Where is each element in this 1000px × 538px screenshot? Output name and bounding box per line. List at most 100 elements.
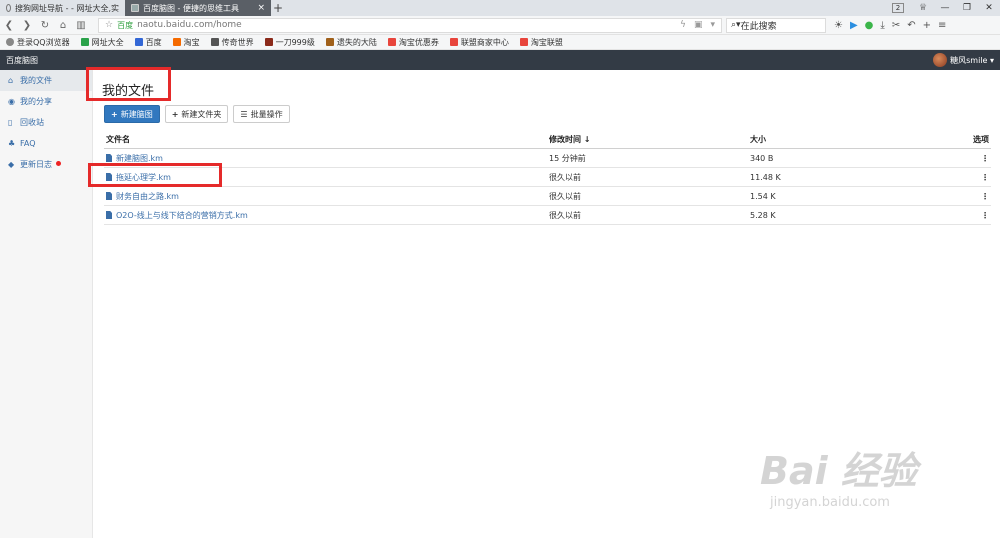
bookmark-item[interactable]: 联盟商家中心 bbox=[449, 37, 509, 48]
button-label: 新建脑图 bbox=[120, 109, 153, 119]
col-time-header[interactable]: 修改时间 ↓ bbox=[549, 134, 750, 145]
bookmark-item[interactable]: 传奇世界 bbox=[210, 37, 254, 48]
bookmark-item[interactable]: 淘宝联盟 bbox=[519, 37, 563, 48]
browser-tab-sogou[interactable]: 搜狗网址导航 - - 网址大全,实 bbox=[0, 0, 125, 16]
sidebar: ⌂ 我的文件 ◉ 我的分享 ▯ 回收站 ♣ FAQ ◆ 更新日志 bbox=[0, 70, 93, 538]
highlight-box bbox=[88, 163, 222, 187]
file-link[interactable]: 新建脑图.km bbox=[116, 153, 163, 164]
table-row[interactable]: 新建脑图.km 15 分钟前 340 B ⋮ bbox=[104, 149, 991, 168]
table-row[interactable]: 财务自由之路.km 很久以前 1.54 K ⋮ bbox=[104, 187, 991, 206]
search-box[interactable]: ⌕▾ 在此搜索 bbox=[726, 17, 826, 33]
bookmark-label: 淘宝优惠券 bbox=[398, 37, 439, 47]
bookmark-item[interactable]: 遗失的大陆 bbox=[325, 37, 377, 48]
home-icon[interactable]: ⌂ bbox=[54, 20, 72, 31]
skin-icon[interactable]: ♕ bbox=[912, 3, 934, 13]
more-options-icon[interactable]: ⋮ bbox=[981, 192, 989, 201]
bookmark-label: 联盟商家中心 bbox=[460, 37, 509, 47]
add-icon[interactable]: + bbox=[923, 20, 931, 31]
play-icon[interactable]: ▶ bbox=[850, 20, 858, 31]
file-link[interactable]: O2O-线上与线下结合的营销方式.km bbox=[116, 210, 248, 221]
bookmark-item[interactable]: 百度 bbox=[134, 37, 162, 48]
close-tab-icon[interactable]: × bbox=[257, 3, 265, 13]
wechat-icon[interactable]: ● bbox=[865, 20, 874, 31]
more-options-icon[interactable]: ⋮ bbox=[981, 154, 989, 163]
trash-icon: ▯ bbox=[8, 118, 13, 127]
address-bar[interactable]: ☆ 百度 naotu.baidu.com/home ϟ ▣ ▾ bbox=[98, 17, 722, 33]
sogou-icon bbox=[80, 38, 89, 46]
site-label: 百度 bbox=[117, 20, 134, 30]
globe-icon bbox=[6, 4, 12, 12]
bookmark-item[interactable]: 登录QQ浏览器 bbox=[6, 37, 70, 48]
sidebar-item-label: 我的文件 bbox=[20, 76, 52, 85]
sidebar-item-trash[interactable]: ▯ 回收站 bbox=[0, 112, 92, 133]
undo-icon[interactable]: ↶ bbox=[907, 20, 915, 31]
caret-down-icon: ▾ bbox=[987, 55, 994, 65]
address-tools: ϟ ▣ ▾ bbox=[680, 20, 715, 30]
file-size: 11.48 K bbox=[750, 172, 781, 182]
file-time: 很久以前 bbox=[549, 210, 581, 220]
file-size: 340 B bbox=[750, 153, 774, 163]
sidebar-item-label: 更新日志 bbox=[20, 160, 52, 169]
bookmark-label: 遗失的大陆 bbox=[336, 37, 377, 47]
url-text: naotu.baidu.com/home bbox=[137, 20, 242, 30]
file-time: 很久以前 bbox=[549, 172, 581, 182]
bookmark-label: 淘宝联盟 bbox=[530, 37, 563, 47]
watermark: Bai 经验 jingyan.baidu.com bbox=[760, 440, 917, 510]
bookmark-item[interactable]: 网址大全 bbox=[80, 37, 124, 48]
forward-icon[interactable]: ❯ bbox=[18, 20, 36, 31]
user-name: 糖风smile bbox=[950, 55, 988, 65]
new-folder-button[interactable]: + 新建文件夹 bbox=[164, 105, 229, 123]
batch-button[interactable]: ☰ 批量操作 bbox=[233, 105, 290, 123]
browser-tab-naotu[interactable]: 百度脑图 - 便捷的思维工具 × bbox=[125, 0, 271, 16]
watermark-logo: Bai 经验 bbox=[760, 449, 917, 493]
sidebar-item-my-files[interactable]: ⌂ 我的文件 bbox=[0, 70, 92, 91]
screenshot-icon[interactable]: ▣ bbox=[694, 20, 703, 30]
file-table: 文件名 修改时间 ↓ 大小 选项 新建脑图.km 15 分钟前 340 B ⋮ … bbox=[104, 130, 991, 225]
table-row[interactable]: O2O-线上与线下结合的营销方式.km 很久以前 5.28 K ⋮ bbox=[104, 206, 991, 225]
bookmark-label: 网址大全 bbox=[91, 37, 124, 47]
new-map-button[interactable]: + 新建脑图 bbox=[104, 105, 160, 123]
more-options-icon[interactable]: ⋮ bbox=[981, 211, 989, 220]
bolt-icon[interactable]: ϟ bbox=[680, 20, 686, 30]
bookmark-label: 百度 bbox=[145, 37, 162, 47]
minimize-icon[interactable]: — bbox=[934, 3, 956, 13]
watermark-url: jingyan.baidu.com bbox=[770, 495, 890, 510]
cut-icon[interactable]: ✂ bbox=[892, 20, 900, 31]
restore-icon[interactable]: ❐ bbox=[956, 3, 978, 13]
refresh-icon[interactable]: ↻ bbox=[36, 20, 54, 31]
back-icon[interactable]: ❮ bbox=[0, 20, 18, 31]
browser-toolbar: ☀ ▶ ● ⤓ ✂ ↶ + ≡ bbox=[834, 20, 946, 31]
bookmark-label: 传奇世界 bbox=[221, 37, 254, 47]
sidebar-item-changelog[interactable]: ◆ 更新日志 bbox=[0, 154, 92, 175]
file-link[interactable]: 财务自由之路.km bbox=[116, 191, 179, 202]
tab-count-badge[interactable]: 2 bbox=[892, 3, 904, 13]
game-icon bbox=[325, 38, 334, 46]
sidebar-item-label: FAQ bbox=[20, 139, 36, 148]
col-name-header[interactable]: 文件名 bbox=[104, 134, 549, 145]
sidebar-item-faq[interactable]: ♣ FAQ bbox=[0, 133, 92, 154]
arrow-down-icon: ↓ bbox=[581, 134, 591, 144]
browser-tab-strip: 搜狗网址导航 - - 网址大全,实 百度脑图 - 便捷的思维工具 × + 2 ♕… bbox=[0, 0, 1000, 16]
dropdown-icon[interactable]: ▾ bbox=[710, 20, 715, 30]
menu-icon[interactable]: ≡ bbox=[938, 20, 946, 31]
sidebar-item-my-shares[interactable]: ◉ 我的分享 bbox=[0, 91, 92, 112]
alliance-icon bbox=[519, 38, 528, 46]
bookmark-item[interactable]: 淘宝优惠券 bbox=[387, 37, 439, 48]
table-header: 文件名 修改时间 ↓ 大小 选项 bbox=[104, 130, 991, 149]
new-tab-button[interactable]: + bbox=[271, 0, 285, 16]
bookmark-item[interactable]: 淘宝 bbox=[172, 37, 200, 48]
star-icon[interactable]: ☆ bbox=[105, 20, 113, 30]
bookmark-item[interactable]: 一刀999级 bbox=[264, 37, 315, 48]
reader-icon[interactable]: ▥ bbox=[72, 20, 90, 31]
download-icon[interactable]: ⤓ bbox=[880, 20, 884, 31]
more-options-icon[interactable]: ⋮ bbox=[981, 173, 989, 182]
app-logo[interactable]: 百度脑图 bbox=[6, 55, 38, 66]
user-menu[interactable]: 糖风smile ▾ bbox=[933, 53, 994, 67]
avatar bbox=[933, 53, 948, 67]
weather-icon[interactable]: ☀ bbox=[834, 20, 843, 31]
close-window-icon[interactable]: ✕ bbox=[978, 3, 1000, 13]
col-size-header[interactable]: 大小 bbox=[750, 134, 960, 145]
tab-label: 搜狗网址导航 - - 网址大全,实 bbox=[15, 3, 119, 13]
table-row[interactable]: 拖延心理学.km 很久以前 11.48 K ⋮ bbox=[104, 168, 991, 187]
tab-label: 百度脑图 - 便捷的思维工具 bbox=[143, 3, 239, 13]
